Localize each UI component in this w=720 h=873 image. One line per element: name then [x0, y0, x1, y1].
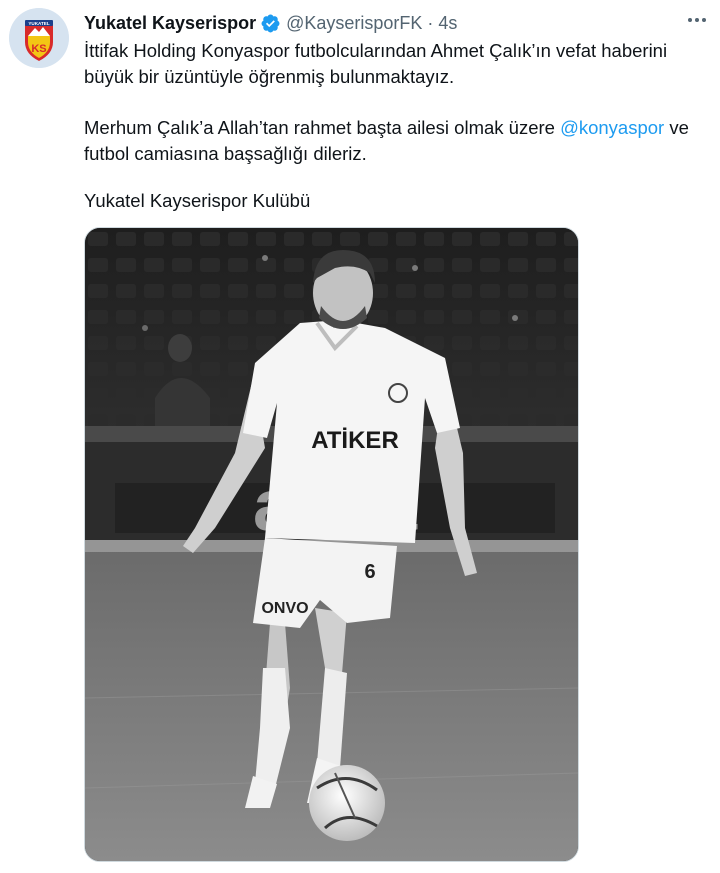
shorts-text: ONVO: [261, 600, 308, 617]
mention-link-konyaspor[interactable]: @konyaspor: [560, 117, 664, 138]
tweet-header: Yukatel Kayserispor @KayserisporFK · 4s: [84, 10, 457, 36]
tweet-paragraph-1-line-2: büyük bir üzüntüyle öğrenmiş bulunmaktay…: [84, 66, 455, 87]
more-options-icon[interactable]: [682, 8, 712, 32]
verified-badge-icon: [261, 14, 280, 32]
avatar[interactable]: YUKATEL KS: [9, 8, 69, 68]
tweet-photo[interactable]: ansa ONVO 6 ATİKER: [84, 227, 579, 862]
kayserispor-logo-icon: YUKATEL KS: [9, 8, 69, 68]
paragraph-2-text-after: ve: [664, 117, 689, 138]
tweet-paragraph-1-line-1: İttifak Holding Konyaspor futbolcularınd…: [84, 40, 668, 61]
timestamp[interactable]: 4s: [438, 13, 457, 34]
tweet-paragraph-2: Merhum Çalık’a Allah’tan rahmet başta ai…: [84, 115, 704, 167]
player-photo: ansa ONVO 6 ATİKER: [85, 228, 578, 861]
tweet-signature: Yukatel Kayserispor Kulübü: [84, 190, 311, 211]
tweet-paragraph-1: İttifak Holding Konyaspor futbolcularınd…: [84, 38, 704, 90]
tweet[interactable]: YUKATEL KS Yukatel Kayserispor @Kayseris…: [0, 0, 720, 873]
separator-dot: ·: [427, 12, 434, 33]
avatar-sponsor-text: YUKATEL: [28, 21, 50, 26]
avatar-crest-text: KS: [31, 43, 46, 55]
paragraph-2-text-before: Merhum Çalık’a Allah’tan rahmet başta ai…: [84, 117, 561, 138]
tweet-paragraph-2-line-1: Merhum Çalık’a Allah’tan rahmet başta ai…: [84, 115, 704, 141]
tweet-paragraph-2-line-2: futbol camiasına başsağlığı dileriz.: [84, 143, 367, 164]
shirt-number: 6: [364, 561, 375, 583]
display-name[interactable]: Yukatel Kayserispor: [84, 13, 256, 34]
handle[interactable]: @KayserisporFK: [286, 13, 422, 34]
jersey-sponsor-text: ATİKER: [311, 427, 399, 454]
